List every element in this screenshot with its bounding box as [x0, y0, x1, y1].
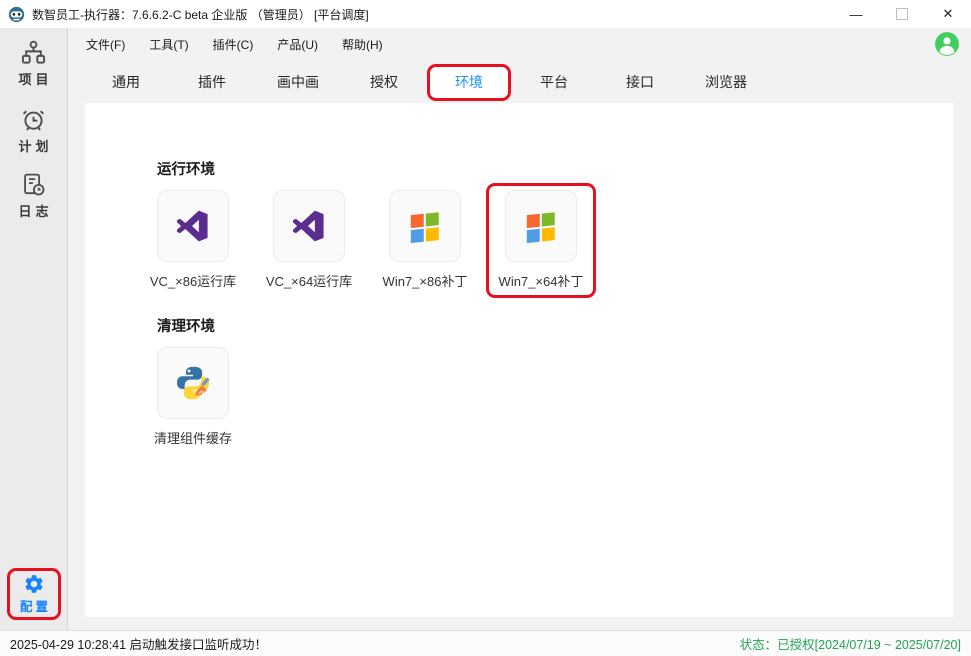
env-card-label: 清理组件缓存 — [154, 428, 232, 447]
sidebar-item-projects[interactable]: 项目 — [0, 39, 67, 88]
env-card — [157, 190, 229, 262]
tab-interface[interactable]: 接口 — [597, 61, 683, 103]
log-icon — [20, 171, 47, 198]
tab-license[interactable]: 授权 — [341, 61, 427, 103]
sidebar-item-schedule[interactable]: 计划 — [0, 106, 67, 155]
sidebar: 项目 计划 日志 配置 — [0, 28, 68, 630]
org-chart-icon — [20, 39, 47, 66]
user-avatar-icon[interactable] — [934, 31, 960, 57]
sidebar-item-label: 配置 — [17, 596, 51, 615]
tab-browser[interactable]: 浏览器 — [683, 61, 769, 103]
gear-icon — [23, 573, 45, 595]
env-item-vc-x86[interactable]: VC_×86运行库 — [138, 183, 248, 298]
tab-pip[interactable]: 画中画 — [255, 61, 341, 103]
env-item-win7-x64[interactable]: Win7_×64补丁 — [486, 183, 596, 298]
menu-tools[interactable]: 工具(T) — [141, 32, 196, 57]
env-card-label: Win7_×86补丁 — [383, 271, 468, 290]
sidebar-item-label: 日志 — [14, 201, 52, 220]
status-message: 2025-04-29 10:28:41 启动触发接口监听成功！ — [10, 634, 267, 653]
title-bar: 数智员工-执行器：7.6.6.2-C beta 企业版 （管理员） [平台调度]… — [0, 0, 971, 28]
visual-studio-icon — [173, 206, 213, 246]
menu-plugins[interactable]: 插件(C) — [205, 32, 262, 57]
windows-icon — [405, 206, 445, 246]
status-bar: 2025-04-29 10:28:41 启动触发接口监听成功！ 状态：已授权[2… — [0, 630, 971, 656]
clean-cards-row: 清理组件缓存 — [138, 340, 248, 455]
section-heading-clean: 清理环境 — [157, 315, 215, 336]
maximize-icon — [896, 8, 908, 20]
env-card-label: VC_×86运行库 — [150, 271, 236, 290]
env-item-clean-cache[interactable]: 清理组件缓存 — [138, 340, 248, 455]
section-heading-runtime: 运行环境 — [157, 158, 215, 179]
env-card — [389, 190, 461, 262]
env-item-win7-x86[interactable]: Win7_×86补丁 — [370, 183, 480, 298]
menu-products[interactable]: 产品(U) — [269, 32, 326, 57]
tab-bar: 通用 插件 画中画 授权 环境 平台 接口 浏览器 — [69, 61, 971, 103]
app-logo-robot-icon — [8, 6, 25, 23]
python-clean-icon — [172, 362, 214, 404]
env-card-label: Win7_×64补丁 — [499, 271, 584, 290]
tab-plugins[interactable]: 插件 — [169, 61, 255, 103]
sidebar-item-label: 计划 — [14, 136, 52, 155]
sidebar-item-label: 项目 — [14, 69, 52, 88]
env-item-vc-x64[interactable]: VC_×64运行库 — [254, 183, 364, 298]
visual-studio-icon — [289, 206, 329, 246]
minimize-button[interactable]: — — [833, 0, 879, 28]
window-title: 数智员工-执行器：7.6.6.2-C beta 企业版 （管理员） [平台调度] — [32, 6, 369, 23]
env-card — [273, 190, 345, 262]
menu-bar: 文件(F) 工具(T) 插件(C) 产品(U) 帮助(H) — [69, 28, 971, 61]
tab-environment[interactable]: 环境 — [427, 64, 511, 101]
tab-general[interactable]: 通用 — [83, 61, 169, 103]
close-button[interactable]: ✕ — [925, 0, 971, 28]
maximize-button[interactable] — [879, 0, 925, 28]
content-panel: 运行环境 VC_×86运行库 VC_×64运行库 — [85, 103, 953, 617]
tab-platform[interactable]: 平台 — [511, 61, 597, 103]
menu-help[interactable]: 帮助(H) — [334, 32, 391, 57]
env-card — [157, 347, 229, 419]
sidebar-item-config[interactable]: 配置 — [7, 568, 61, 620]
env-card-label: VC_×64运行库 — [266, 271, 352, 290]
menu-file[interactable]: 文件(F) — [78, 32, 133, 57]
windows-icon — [521, 206, 561, 246]
runtime-cards-row: VC_×86运行库 VC_×64运行库 — [138, 183, 596, 298]
sidebar-item-logs[interactable]: 日志 — [0, 171, 67, 220]
license-status: 状态：已授权[2024/07/19 ~ 2025/07/20] — [740, 634, 961, 653]
env-card — [505, 190, 577, 262]
alarm-clock-icon — [20, 106, 47, 133]
